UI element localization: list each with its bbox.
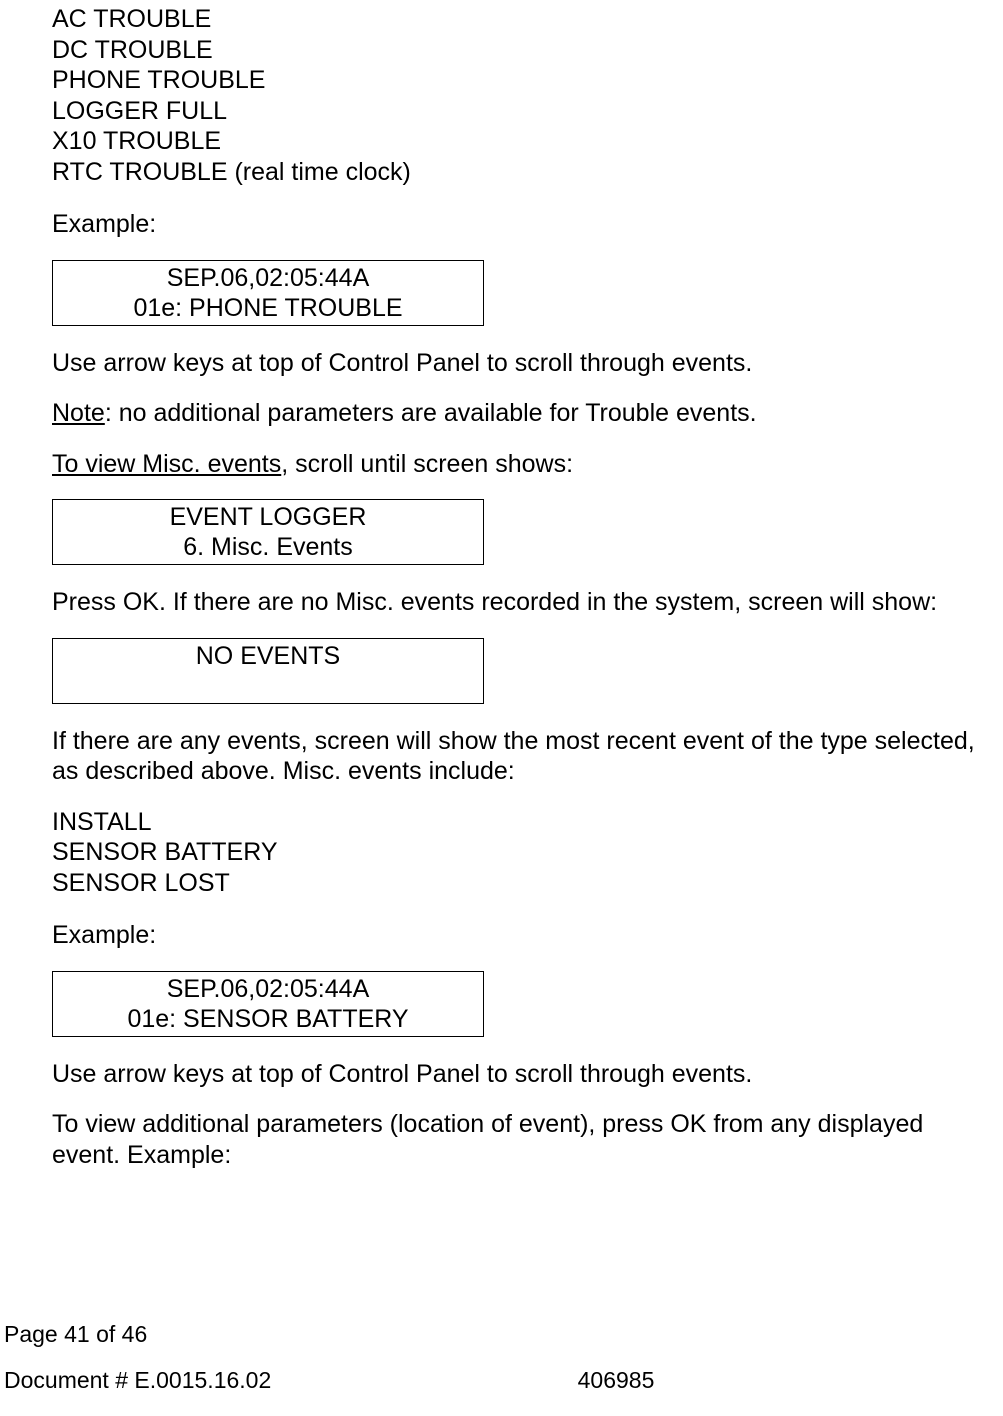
- lcd-display-sensor-battery: SEP.06,02:05:44A 01e: SENSOR BATTERY: [52, 971, 484, 1037]
- lcd-line: SEP.06,02:05:44A: [53, 263, 483, 293]
- trouble-item: RTC TROUBLE (real time clock): [52, 157, 997, 188]
- trouble-item: X10 TROUBLE: [52, 126, 997, 157]
- misc-item: INSTALL: [52, 807, 997, 838]
- misc-item: SENSOR LOST: [52, 868, 997, 899]
- document-label: Document # E.0015.16.02: [4, 1366, 271, 1394]
- trouble-list: AC TROUBLE DC TROUBLE PHONE TROUBLE LOGG…: [52, 4, 997, 187]
- trouble-item: PHONE TROUBLE: [52, 65, 997, 96]
- misc-list: INSTALL SENSOR BATTERY SENSOR LOST: [52, 807, 997, 899]
- lcd-display-event-logger: EVENT LOGGER 6. Misc. Events: [52, 499, 484, 565]
- misc-text: , scroll until screen shows:: [281, 450, 573, 478]
- trouble-item: LOGGER FULL: [52, 96, 997, 127]
- page-number-row: Page 41 of 46: [0, 1320, 654, 1348]
- note-label: Note: [52, 399, 105, 427]
- paragraph-arrow-keys: Use arrow keys at top of Control Panel t…: [52, 348, 997, 379]
- document-row: Document # E.0015.16.02 406985: [0, 1366, 654, 1394]
- page-footer: Page 41 of 46 Document # E.0015.16.02 40…: [0, 1320, 654, 1394]
- paragraph-note: Note: no additional parameters are avail…: [52, 398, 997, 429]
- paragraph-additional-params: To view additional parameters (location …: [52, 1109, 997, 1170]
- trouble-item: AC TROUBLE: [52, 4, 997, 35]
- lcd-line: [53, 671, 483, 701]
- lcd-line: 01e: PHONE TROUBLE: [53, 293, 483, 323]
- lcd-line: NO EVENTS: [53, 641, 483, 671]
- trouble-item: DC TROUBLE: [52, 35, 997, 66]
- paragraph-arrow-keys-2: Use arrow keys at top of Control Panel t…: [52, 1059, 997, 1090]
- example-label: Example:: [52, 920, 997, 951]
- doc-number: E.0015.16.02: [134, 1367, 271, 1393]
- note-text: : no additional parameters are available…: [105, 399, 757, 427]
- lcd-line: EVENT LOGGER: [53, 502, 483, 532]
- lcd-line: SEP.06,02:05:44A: [53, 974, 483, 1004]
- page: AC TROUBLE DC TROUBLE PHONE TROUBLE LOGG…: [0, 0, 1003, 1416]
- right-number: 406985: [578, 1366, 655, 1394]
- paragraph-press-ok: Press OK. If there are no Misc. events r…: [52, 587, 997, 618]
- page-current: 41: [64, 1321, 90, 1347]
- content-body: AC TROUBLE DC TROUBLE PHONE TROUBLE LOGG…: [52, 0, 997, 1170]
- lcd-display-phone-trouble: SEP.06,02:05:44A 01e: PHONE TROUBLE: [52, 260, 484, 326]
- lcd-line: 6. Misc. Events: [53, 532, 483, 562]
- example-label: Example:: [52, 209, 997, 240]
- misc-item: SENSOR BATTERY: [52, 837, 997, 868]
- page-total: 46: [122, 1321, 148, 1347]
- page-of: of: [90, 1321, 122, 1347]
- misc-label: To view Misc. events: [52, 450, 281, 478]
- doc-label-text: Document #: [4, 1367, 134, 1393]
- paragraph-events-intro: If there are any events, screen will sho…: [52, 726, 997, 787]
- page-label: Page: [4, 1321, 64, 1347]
- paragraph-misc-intro: To view Misc. events, scroll until scree…: [52, 449, 997, 480]
- lcd-display-no-events: NO EVENTS: [52, 638, 484, 704]
- lcd-line: 01e: SENSOR BATTERY: [53, 1004, 483, 1034]
